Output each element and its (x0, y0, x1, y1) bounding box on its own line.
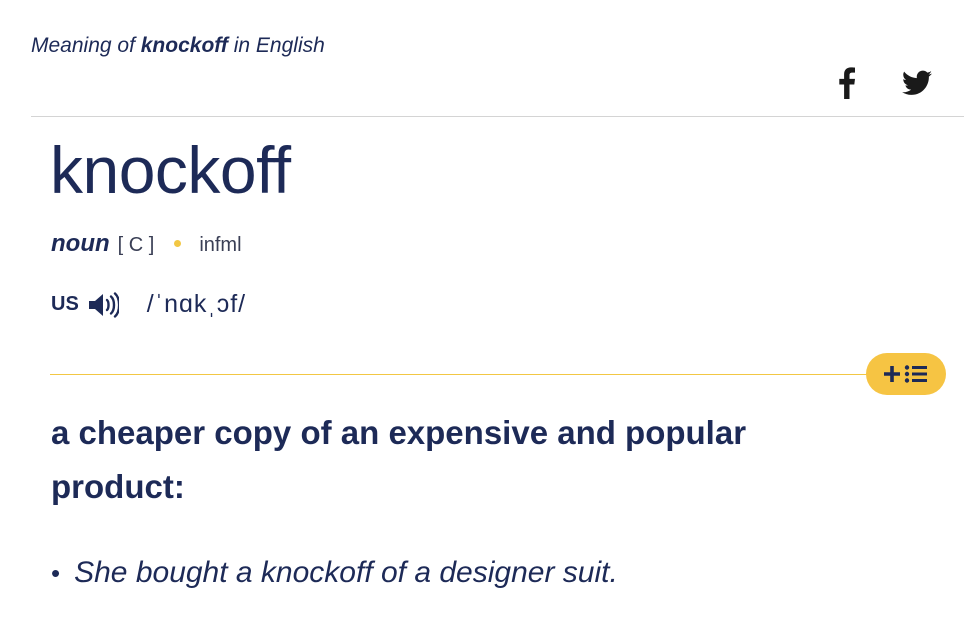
heading-prefix: Meaning of (31, 34, 135, 57)
example-sentence: • She bought a knockoff of a designer su… (51, 556, 618, 590)
part-of-speech: noun (51, 230, 110, 257)
heading-word: knockoff (140, 34, 228, 57)
definition: a cheaper copy of an expensive and popul… (51, 414, 747, 505)
ipa-transcription: /ˈnɑkˌɔf/ (146, 290, 247, 318)
facebook-icon[interactable] (830, 66, 864, 100)
pronunciation: US /ˈnɑkˌɔf/ (51, 290, 246, 319)
add-to-word-list-button[interactable] (866, 353, 946, 395)
region-label: US (51, 293, 79, 315)
header-divider (31, 116, 964, 117)
sense-divider (50, 374, 880, 375)
register-label: infml (199, 234, 242, 256)
heading-suffix: in English (233, 34, 325, 57)
page-heading: Meaning of knockoff in English (31, 34, 325, 58)
twitter-icon[interactable] (900, 66, 934, 100)
separator-dot (174, 240, 182, 247)
share-bar (830, 66, 934, 100)
grammar-line: noun [ C ] infml (51, 230, 242, 258)
dictionary-page: Meaning of knockoff in English knockoff … (0, 0, 964, 632)
plus-list-icon (884, 365, 927, 383)
example-text: She bought a knockoff of a designer suit… (74, 556, 618, 589)
headword: knockoff (50, 133, 291, 207)
grammar-code: [ C ] (117, 234, 155, 256)
speaker-icon[interactable] (87, 291, 121, 319)
example-bullet: • (51, 558, 61, 588)
